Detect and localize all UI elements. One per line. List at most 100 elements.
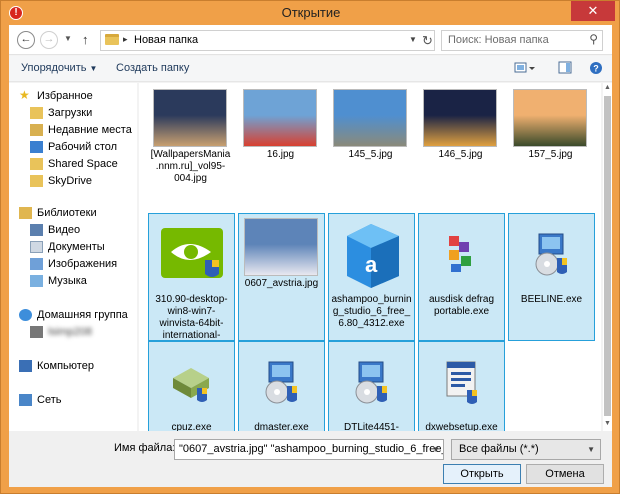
new-folder-button[interactable]: Создать папку: [116, 62, 189, 74]
search-icon[interactable]: ⚲: [589, 32, 598, 46]
folder-icon: [30, 158, 43, 170]
command-toolbar: Упорядочить ▼ Создать папку ?: [9, 56, 612, 82]
video-library-icon: [30, 224, 43, 236]
dx-app-icon: [419, 344, 504, 420]
file-name: BEELINE.exe: [520, 294, 583, 305]
desktop-icon: [30, 141, 43, 153]
recent-locations-dropdown[interactable]: ▼: [64, 34, 72, 43]
nav-item-label: Видео: [48, 224, 81, 236]
file-item[interactable]: 157_5.jpg: [508, 85, 595, 195]
nav-item-label: Недавние места: [48, 124, 132, 136]
close-button[interactable]: ✕: [571, 1, 615, 21]
search-placeholder: Поиск: Новая папка: [448, 34, 549, 46]
search-input[interactable]: Поиск: Новая папка ⚲: [441, 30, 603, 51]
network-icon: [19, 394, 32, 406]
cancel-button[interactable]: Отмена: [526, 464, 604, 484]
nav-network-label: Сеть: [37, 394, 62, 406]
window-title: Открытие: [281, 5, 341, 20]
downloads-folder-icon: [30, 107, 43, 119]
file-item[interactable]: dmaster.exe: [238, 341, 325, 437]
file-name-label: Имя файла:: [114, 442, 176, 454]
address-dropdown-icon[interactable]: ▼: [409, 35, 417, 44]
folder-icon: [105, 34, 119, 45]
photo-preview: [243, 89, 317, 147]
nav-item-label: lsimp208: [48, 326, 93, 338]
address-bar[interactable]: ▸ Новая папка ▼ ↻: [100, 30, 435, 51]
organize-button[interactable]: Упорядочить ▼: [21, 62, 97, 74]
forward-button[interactable]: →: [40, 31, 58, 49]
file-name: 157_5.jpg: [528, 149, 573, 160]
preview-pane-icon[interactable]: [558, 61, 572, 75]
open-dialog-window: ! Открытие ✕ ← → ▼ ↑ ▸ Новая папка ▼ ↻ П…: [0, 0, 620, 494]
nav-item-label: Рабочий стол: [48, 141, 118, 153]
file-item[interactable]: DTLite4451-0236.exe: [328, 341, 415, 445]
breadcrumb-current-folder[interactable]: Новая папка: [134, 34, 198, 46]
file-item[interactable]: 310.90-desktop-win8-win7-winvista-64bit-…: [148, 213, 235, 353]
navigation-pane: ★ Избранное Загрузки Недавние места Рабо…: [9, 83, 137, 431]
pictures-library-icon: [30, 258, 43, 270]
file-name-dropdown-icon[interactable]: ▼: [432, 445, 440, 454]
file-item[interactable]: 0607_avstria.jpg: [238, 213, 325, 341]
help-icon[interactable]: ?: [589, 61, 603, 75]
change-view-icon[interactable]: [514, 61, 536, 75]
nav-item-label: Музыка: [48, 275, 87, 287]
file-list-view[interactable]: [WallpapersMania.nnm.ru]_vol95-004.jpg 16…: [139, 83, 601, 445]
photo-preview: [244, 218, 318, 276]
file-item[interactable]: cpuz.exe: [148, 341, 235, 437]
file-name-input[interactable]: "0607_avstria.jpg" "ashampoo_burning_stu…: [174, 439, 444, 460]
nav-item-label: Документы: [48, 241, 105, 253]
blocks-app-icon: [419, 216, 504, 292]
up-button[interactable]: ↑: [82, 32, 89, 47]
scroll-down-icon[interactable]: ▼: [603, 420, 612, 427]
recent-places-icon: [30, 124, 43, 136]
svg-text:?: ?: [593, 64, 599, 74]
music-library-icon: [30, 275, 43, 287]
file-name: ashampoo_burning_studio_6_free_6.80_4312…: [331, 294, 412, 329]
file-item[interactable]: [WallpapersMania.nnm.ru]_vol95-004.jpg: [148, 85, 235, 195]
file-name: 146_5.jpg: [438, 149, 483, 160]
file-item[interactable]: 145_5.jpg: [328, 85, 415, 195]
back-button[interactable]: ←: [17, 31, 35, 49]
file-name: 16.jpg: [266, 149, 295, 160]
file-name-value: "0607_avstria.jpg" "ashampoo_burning_stu…: [179, 443, 443, 455]
organize-label: Упорядочить: [21, 62, 87, 74]
photo-preview: [153, 89, 227, 147]
installer-app-icon: [329, 344, 414, 420]
file-type-filter[interactable]: Все файлы (*.*) ▼: [451, 439, 601, 460]
file-item[interactable]: a ashampoo_burning_studio_6_free_6.80_431…: [328, 213, 415, 341]
photo-preview: [513, 89, 587, 147]
file-item[interactable]: 16.jpg: [238, 85, 325, 195]
computer-icon: [19, 360, 32, 372]
file-type-value: Все файлы (*.*): [459, 443, 539, 455]
file-item[interactable]: BEELINE.exe: [508, 213, 595, 341]
file-name: 0607_avstria.jpg: [244, 278, 319, 289]
nav-item-label: SkyDrive: [48, 175, 93, 187]
ashampoo-app-icon: a: [329, 216, 414, 292]
homegroup-icon: [19, 309, 32, 321]
documents-library-icon: [30, 241, 43, 253]
photo-preview: [333, 89, 407, 147]
cpuz-app-icon: [149, 344, 234, 420]
vertical-scrollbar[interactable]: ▲ ▼: [603, 83, 612, 431]
open-button[interactable]: Открыть: [443, 464, 521, 484]
file-item[interactable]: dxwebsetup.exe: [418, 341, 505, 437]
star-icon: ★: [19, 88, 30, 102]
installer-app-icon: [239, 344, 324, 420]
file-name: [WallpapersMania.nnm.ru]_vol95-004.jpg: [150, 149, 231, 184]
file-name: 145_5.jpg: [348, 149, 393, 160]
user-avatar-icon: [30, 326, 43, 338]
refresh-icon[interactable]: ↻: [422, 33, 433, 49]
file-name-area: Имя файла: "0607_avstria.jpg" "ashampoo_…: [9, 431, 612, 487]
installer-app-icon: [509, 216, 594, 292]
file-item[interactable]: ausdisk defrag portable.exe: [418, 213, 505, 341]
svg-text:a: a: [365, 252, 378, 277]
nav-item-label: Загрузки: [48, 107, 93, 119]
title-bar: ! Открытие ✕: [1, 1, 620, 25]
file-item[interactable]: 146_5.jpg: [418, 85, 505, 195]
scrollbar-thumb[interactable]: [604, 96, 611, 416]
organize-dropdown-icon: ▼: [89, 64, 98, 73]
scroll-up-icon[interactable]: ▲: [603, 84, 612, 91]
file-name: ausdisk defrag portable.exe: [428, 294, 495, 317]
dialog-client: ← → ▼ ↑ ▸ Новая папка ▼ ↻ Поиск: Новая п…: [9, 25, 612, 487]
breadcrumb-chevron-icon[interactable]: ▸: [123, 34, 128, 45]
